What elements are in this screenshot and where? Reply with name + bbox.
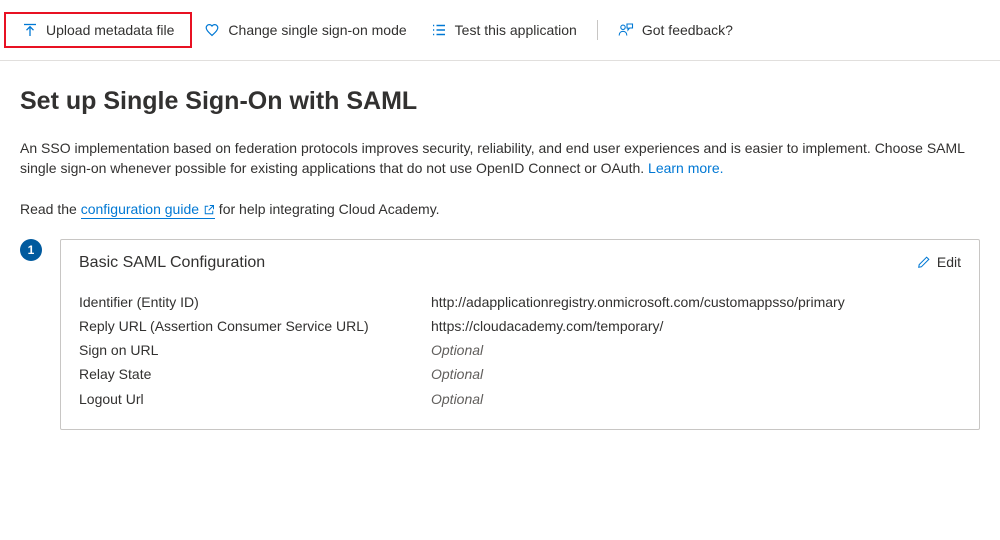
step-number-badge: 1 [20, 239, 42, 261]
test-label: Test this application [455, 22, 577, 38]
edit-label: Edit [937, 254, 961, 270]
page-description: An SSO implementation based on federatio… [20, 138, 980, 179]
saml-config-table: Identifier (Entity ID)http://adapplicati… [79, 290, 961, 411]
table-row: Identifier (Entity ID)http://adapplicati… [79, 290, 961, 314]
card-title: Basic SAML Configuration [79, 254, 265, 272]
external-link-icon [203, 204, 215, 216]
config-value: Optional [431, 362, 961, 386]
change-mode-label: Change single sign-on mode [228, 22, 406, 38]
change-sso-mode-button[interactable]: Change single sign-on mode [192, 16, 418, 44]
config-value: Optional [431, 387, 961, 411]
table-row: Reply URL (Assertion Consumer Service UR… [79, 314, 961, 338]
person-feedback-icon [618, 22, 634, 38]
desc-text: An SSO implementation based on federatio… [20, 140, 964, 176]
step-1: 1 Basic SAML Configuration Edit Identifi… [20, 239, 980, 430]
feedback-label: Got feedback? [642, 22, 733, 38]
upload-highlight: Upload metadata file [4, 12, 192, 48]
toolbar-divider [597, 20, 598, 40]
upload-label: Upload metadata file [46, 22, 174, 38]
content-area: Set up Single Sign-On with SAML An SSO i… [0, 61, 1000, 450]
basic-saml-card: Basic SAML Configuration Edit Identifier… [60, 239, 980, 430]
edit-button[interactable]: Edit [917, 254, 961, 270]
upload-metadata-button[interactable]: Upload metadata file [10, 16, 186, 44]
table-row: Sign on URLOptional [79, 338, 961, 362]
page-title: Set up Single Sign-On with SAML [20, 87, 980, 116]
config-key: Relay State [79, 362, 431, 386]
table-row: Relay StateOptional [79, 362, 961, 386]
config-value: Optional [431, 338, 961, 362]
learn-more-link[interactable]: Learn more. [648, 160, 723, 176]
config-key: Logout Url [79, 387, 431, 411]
card-header: Basic SAML Configuration Edit [79, 254, 961, 272]
guide-line: Read the configuration guide for help in… [20, 201, 980, 217]
test-application-button[interactable]: Test this application [419, 16, 589, 44]
pencil-icon [917, 255, 931, 269]
feedback-button[interactable]: Got feedback? [606, 16, 745, 44]
guide-prefix: Read the [20, 201, 81, 217]
config-key: Identifier (Entity ID) [79, 290, 431, 314]
config-value: https://cloudacademy.com/temporary/ [431, 314, 961, 338]
guide-suffix: for help integrating Cloud Academy. [215, 201, 440, 217]
config-key: Reply URL (Assertion Consumer Service UR… [79, 314, 431, 338]
heart-outline-icon [204, 22, 220, 38]
toolbar: Upload metadata file Change single sign-… [0, 0, 1000, 61]
config-value: http://adapplicationregistry.onmicrosoft… [431, 290, 961, 314]
upload-icon [22, 22, 38, 38]
list-icon [431, 22, 447, 38]
configuration-guide-link[interactable]: configuration guide [81, 201, 215, 219]
table-row: Logout UrlOptional [79, 387, 961, 411]
config-key: Sign on URL [79, 338, 431, 362]
